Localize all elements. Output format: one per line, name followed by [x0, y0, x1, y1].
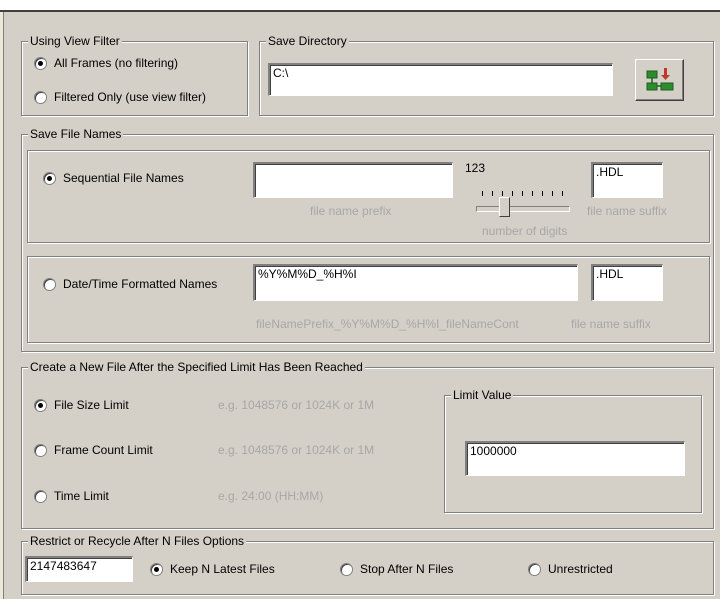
radio-stop-after-label: Stop After N Files	[360, 562, 454, 576]
radio-keep-latest-dot[interactable]	[150, 562, 163, 576]
digits-slider-thumb[interactable]	[499, 197, 510, 217]
radio-stop-after-dot[interactable]	[340, 562, 353, 576]
digits-slider[interactable]	[474, 191, 570, 219]
options-panel: Using View Filter All Frames (no filteri…	[3, 12, 720, 599]
file-prefix-hint: file name prefix	[310, 204, 392, 218]
save-file-names-legend: Save File Names	[28, 127, 124, 141]
radio-unrestricted-dot[interactable]	[528, 562, 541, 576]
radio-file-size-label: File Size Limit	[54, 398, 129, 412]
view-filter-legend: Using View Filter	[28, 34, 122, 48]
datetime-format-input[interactable]: %Y%M%D_%H%I	[253, 264, 578, 301]
digits-preview: 123	[465, 161, 486, 175]
radio-frame-count-limit[interactable]: Frame Count Limit	[34, 443, 153, 457]
radio-file-size-dot[interactable]	[34, 398, 47, 412]
folder-tree-icon	[646, 68, 674, 91]
restrict-recycle-legend: Restrict or Recycle After N Files Option…	[28, 534, 247, 548]
radio-datetime-label: Date/Time Formatted Names	[63, 277, 218, 291]
radio-keep-latest-label: Keep N Latest Files	[170, 562, 275, 576]
file-prefix-input[interactable]	[253, 162, 453, 198]
file-limit-group: Create a New File After the Specified Li…	[21, 360, 714, 529]
datetime-suffix-hint: file name suffix	[571, 317, 651, 331]
datetime-format-hint: fileNamePrefix_%Y%M%D_%H%I_fileNameCont	[256, 317, 519, 331]
radio-keep-latest[interactable]: Keep N Latest Files	[150, 562, 275, 576]
radio-time-limit[interactable]: Time Limit	[34, 489, 109, 503]
radio-time-limit-dot[interactable]	[34, 489, 47, 503]
radio-unrestricted-label: Unrestricted	[548, 562, 613, 576]
datetime-names-box: Date/Time Formatted Names %Y%M%D_%H%I fi…	[27, 256, 710, 343]
digits-hint: number of digits	[482, 224, 568, 238]
radio-file-size-limit[interactable]: File Size Limit	[34, 398, 129, 412]
datetime-suffix-input[interactable]: .HDL	[591, 264, 663, 301]
limit-value-box: Limit Value 1000000	[444, 388, 702, 513]
time-limit-hint: e.g. 24:00 (HH:MM)	[218, 489, 324, 503]
radio-unrestricted[interactable]: Unrestricted	[528, 562, 613, 576]
save-directory-legend: Save Directory	[266, 34, 349, 48]
radio-all-frames-dot[interactable]	[34, 56, 47, 70]
save-directory-group: Save Directory C:\	[259, 34, 714, 116]
restrict-recycle-group: Restrict or Recycle After N Files Option…	[21, 534, 714, 595]
radio-sequential-names[interactable]: Sequential File Names	[43, 171, 184, 185]
window-top-strip	[0, 0, 720, 10]
radio-all-frames[interactable]: All Frames (no filtering)	[34, 56, 178, 70]
limit-value-legend: Limit Value	[451, 388, 514, 402]
file-size-hint: e.g. 1048576 or 1024K or 1M	[218, 398, 375, 412]
n-files-input[interactable]: 2147483647	[25, 556, 133, 582]
digits-slider-track	[476, 206, 570, 212]
radio-datetime-dot[interactable]	[43, 277, 56, 291]
sequential-suffix-input[interactable]: .HDL	[591, 162, 663, 198]
save-directory-input[interactable]: C:\	[268, 63, 613, 96]
radio-sequential-label: Sequential File Names	[63, 171, 184, 185]
radio-frame-count-dot[interactable]	[34, 443, 47, 457]
radio-stop-after[interactable]: Stop After N Files	[340, 562, 453, 576]
frame-count-hint: e.g. 1048576 or 1024K or 1M	[218, 443, 375, 457]
sequential-names-box: Sequential File Names file name prefix 1…	[27, 150, 710, 243]
limit-value-input[interactable]: 1000000	[465, 441, 685, 476]
radio-frame-count-label: Frame Count Limit	[54, 443, 153, 457]
browse-directory-button[interactable]	[635, 59, 684, 101]
view-filter-group: Using View Filter All Frames (no filteri…	[21, 34, 248, 116]
file-limit-legend: Create a New File After the Specified Li…	[28, 360, 365, 374]
sequential-suffix-hint: file name suffix	[587, 204, 667, 218]
save-file-names-group: Save File Names Sequential File Names fi…	[21, 127, 714, 352]
radio-filtered-only-label: Filtered Only (use view filter)	[54, 90, 207, 104]
radio-filtered-only[interactable]: Filtered Only (use view filter)	[34, 90, 206, 104]
radio-time-limit-label: Time Limit	[54, 489, 109, 503]
radio-all-frames-label: All Frames (no filtering)	[54, 56, 179, 70]
radio-filtered-only-dot[interactable]	[34, 90, 47, 104]
radio-datetime-names[interactable]: Date/Time Formatted Names	[43, 277, 217, 291]
radio-sequential-dot[interactable]	[43, 171, 56, 185]
